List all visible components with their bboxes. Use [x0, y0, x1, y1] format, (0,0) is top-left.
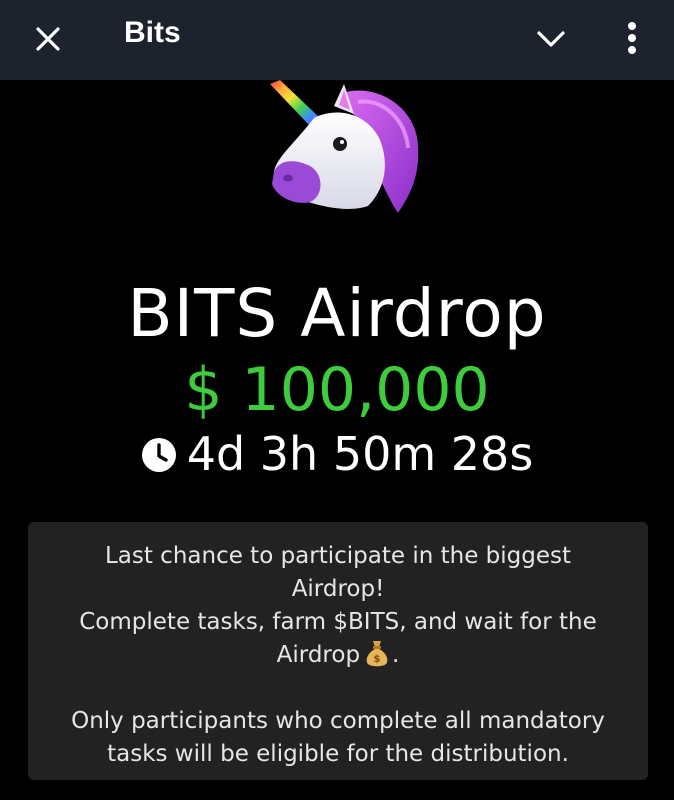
countdown-timer: 4d 3h 50m 28s: [0, 424, 674, 484]
unicorn-icon: [270, 80, 419, 213]
prize-amount: $ 100,000: [184, 355, 490, 425]
info-line: Only participants who complete all manda…: [71, 708, 605, 734]
more-vertical-icon: [628, 22, 636, 54]
top-bar: Bits: [0, 0, 674, 80]
info-line-end: .: [392, 642, 400, 668]
airdrop-headline: BITS Airdrop: [127, 275, 547, 352]
close-button[interactable]: [24, 15, 72, 63]
info-line: Last chance to participate in the bigges…: [104, 543, 572, 569]
info-line: tasks will be eligible for the distribut…: [107, 741, 569, 767]
info-line-text: Airdrop: [276, 642, 361, 668]
app-window: Bits BITS Airdrop $ 100,000 4d 3h 50m 28…: [0, 0, 674, 800]
chevron-down-icon: [537, 31, 565, 47]
info-line: Airdrop!: [291, 576, 385, 602]
more-options-button[interactable]: [608, 10, 656, 66]
close-icon: [36, 27, 60, 51]
collapse-button[interactable]: [526, 15, 576, 63]
info-card: Last chance to participate in the bigges…: [28, 522, 648, 780]
info-line: Complete tasks, farm $BITS, and wait for…: [79, 609, 597, 635]
clock-icon: [141, 438, 176, 472]
info-line: Airdrop $ .: [48, 639, 628, 672]
window-title: Bits: [124, 16, 181, 49]
countdown-text: 4d 3h 50m 28s: [186, 427, 534, 481]
money-bag-icon: $: [366, 641, 388, 667]
svg-text:$: $: [374, 654, 381, 665]
